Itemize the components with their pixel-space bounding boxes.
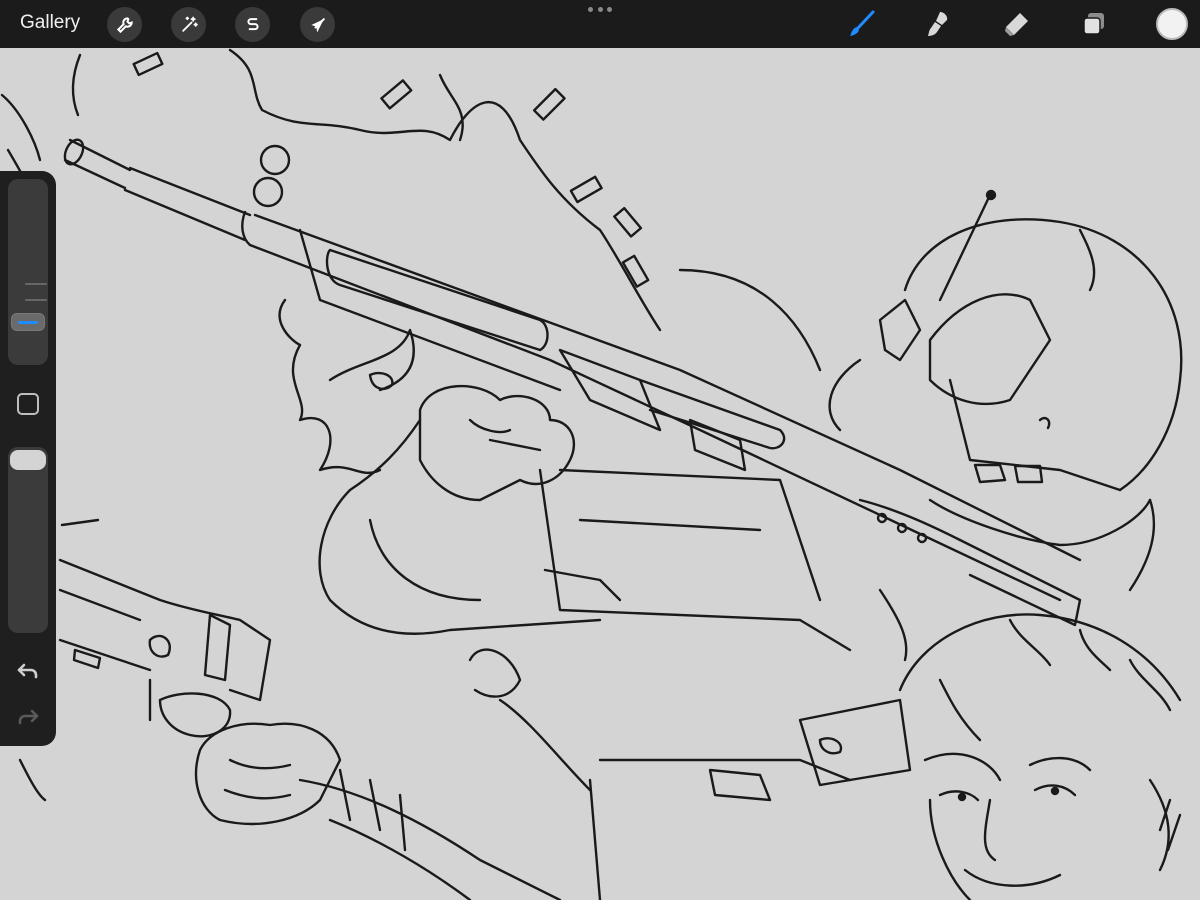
eraser-tool-button[interactable] <box>998 6 1034 42</box>
redo-button[interactable] <box>14 703 42 731</box>
smudge-icon <box>928 12 948 36</box>
brush-opacity-slider[interactable] <box>8 447 48 633</box>
brush-size-slider[interactable] <box>8 179 48 365</box>
undo-arrow-icon <box>17 663 38 679</box>
undo-button[interactable] <box>14 657 42 685</box>
layers-button[interactable] <box>1076 6 1112 42</box>
smudge-tool-button[interactable] <box>920 6 956 42</box>
selection-s-icon <box>246 17 259 30</box>
layers-icon <box>1083 13 1104 35</box>
magic-wand-icon <box>181 16 198 32</box>
brush-size-thumb[interactable] <box>11 313 45 331</box>
redo-arrow-icon <box>18 709 39 725</box>
brush-tool-button[interactable] <box>844 6 880 42</box>
selection-button[interactable] <box>235 7 270 42</box>
actions-button[interactable] <box>107 7 142 42</box>
left-sidebar <box>0 171 56 746</box>
transform-button[interactable] <box>300 7 335 42</box>
gallery-button[interactable]: Gallery <box>20 12 80 34</box>
eraser-icon <box>1005 13 1028 36</box>
adjustments-button[interactable] <box>171 7 206 42</box>
top-toolbar: Gallery <box>0 0 1200 48</box>
drawing-canvas[interactable] <box>0 48 1200 900</box>
sketch-artwork <box>0 48 1183 900</box>
color-picker-swatch[interactable] <box>1156 8 1188 40</box>
size-tick <box>25 299 47 301</box>
wrench-icon <box>116 16 133 33</box>
arrow-cursor-icon <box>310 17 325 32</box>
canvas-grabber-dots[interactable] <box>588 7 612 13</box>
modify-button[interactable] <box>17 393 39 415</box>
brush-icon <box>850 10 875 36</box>
size-tick <box>25 283 47 285</box>
brush-opacity-thumb[interactable] <box>10 450 46 470</box>
